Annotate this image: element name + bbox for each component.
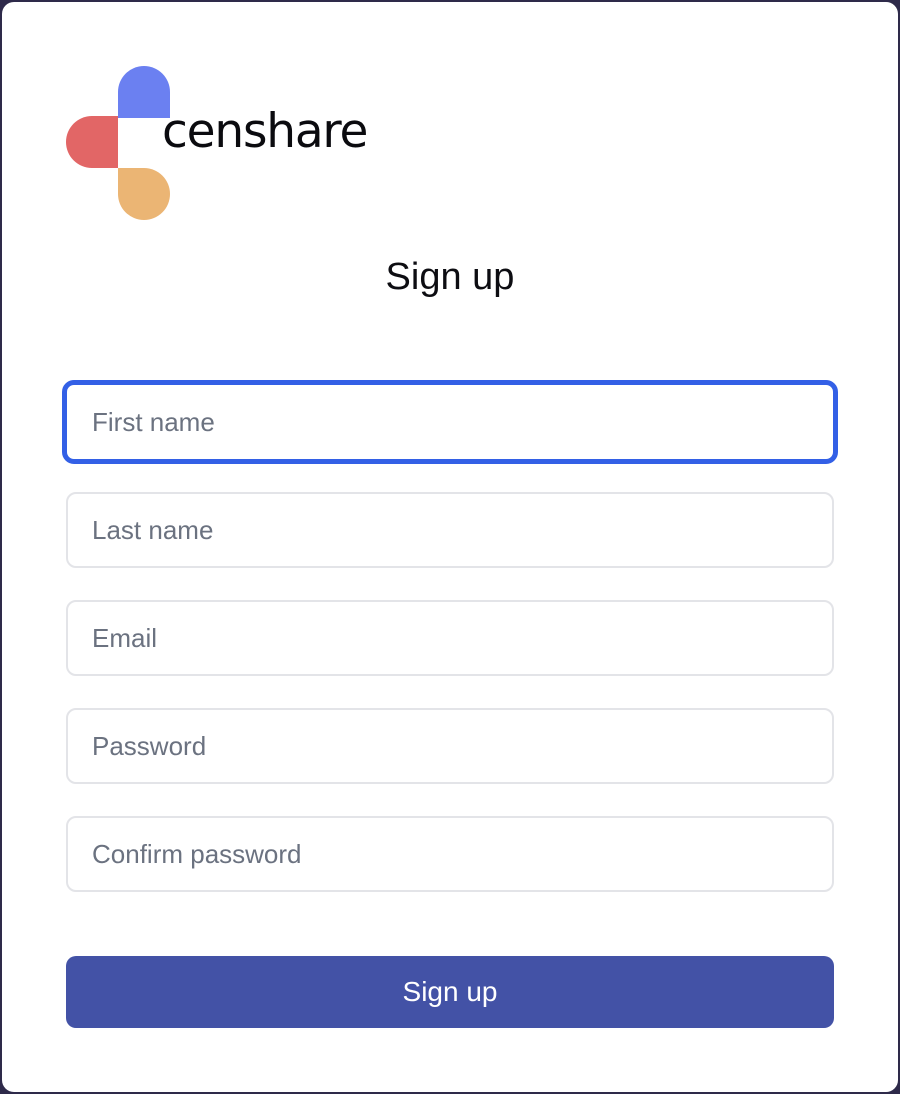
page-title: Sign up	[385, 256, 515, 298]
censhare-logo-mark-icon	[66, 66, 170, 220]
email-input[interactable]	[66, 600, 834, 676]
sign-up-button[interactable]: Sign up	[66, 956, 834, 1028]
confirm-password-input[interactable]	[66, 816, 834, 892]
first-name-input[interactable]	[62, 380, 838, 464]
last-name-input[interactable]	[66, 492, 834, 568]
password-input[interactable]	[66, 708, 834, 784]
brand-name: censhare	[162, 104, 368, 159]
signup-card: censhare Sign up Sign up	[2, 2, 898, 1092]
censhare-logo: censhare	[66, 66, 376, 220]
